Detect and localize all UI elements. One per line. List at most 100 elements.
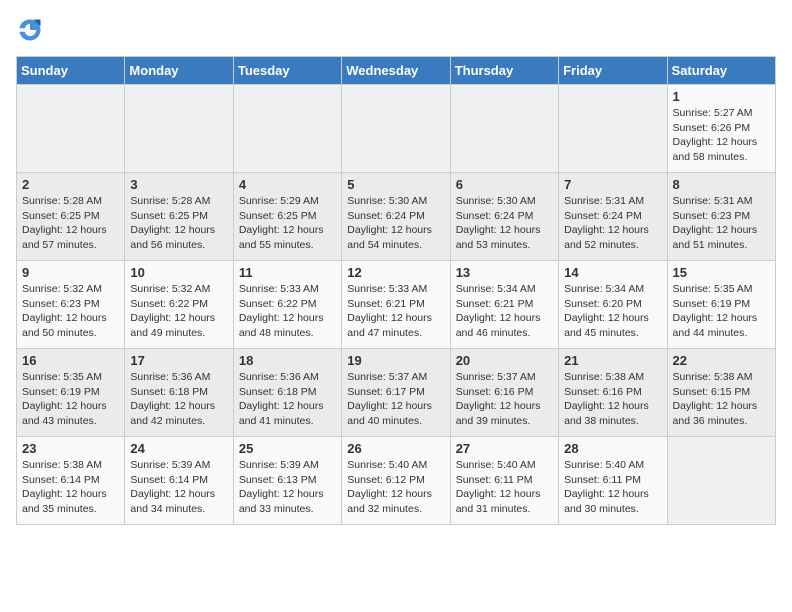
day-number: 17: [130, 353, 227, 368]
calendar-day-cell: 9Sunrise: 5:32 AM Sunset: 6:23 PM Daylig…: [17, 261, 125, 349]
day-info: Sunrise: 5:33 AM Sunset: 6:22 PM Dayligh…: [239, 282, 336, 341]
day-info: Sunrise: 5:39 AM Sunset: 6:13 PM Dayligh…: [239, 458, 336, 517]
calendar-day-cell: [125, 85, 233, 173]
day-info: Sunrise: 5:40 AM Sunset: 6:11 PM Dayligh…: [564, 458, 661, 517]
calendar-day-cell: 11 Sunrise: 5:33 AM Sunset: 6:22 PM Dayli…: [233, 261, 341, 349]
calendar-day-cell: 5 Sunrise: 5:30 AM Sunset: 6:24 PM Daylig…: [342, 173, 450, 261]
day-number: 15: [673, 265, 770, 280]
day-info: Sunrise: 5:35 AM Sunset: 6:19 PM Dayligh…: [22, 370, 119, 429]
day-number: 19: [347, 353, 444, 368]
calendar-table: SundayMondayTuesdayWednesdayThursdayFrid…: [16, 56, 776, 525]
day-info: Sunrise: 5:40 AM Sunset: 6:12 PM Dayligh…: [347, 458, 444, 517]
day-info: Sunrise: 5:33 AM Sunset: 6:21 PM Dayligh…: [347, 282, 444, 341]
day-of-week-header: Friday: [559, 57, 667, 85]
logo-icon: [16, 16, 44, 44]
calendar-day-cell: 19 Sunrise: 5:37 AM Sunset: 6:17 PM Dayli…: [342, 349, 450, 437]
calendar-day-cell: 8 Sunrise: 5:31 AM Sunset: 6:23 PM Daylig…: [667, 173, 775, 261]
day-number: 1: [673, 89, 770, 104]
day-info: Sunrise: 5:37 AM Sunset: 6:16 PM Dayligh…: [456, 370, 553, 429]
calendar-day-cell: 13 Sunrise: 5:34 AM Sunset: 6:21 PM Dayli…: [450, 261, 558, 349]
calendar-day-cell: 16 Sunrise: 5:35 AM Sunset: 6:19 PM Dayli…: [17, 349, 125, 437]
calendar-day-cell: 2 Sunrise: 5:28 AM Sunset: 6:25 PM Daylig…: [17, 173, 125, 261]
day-info: Sunrise: 5:34 AM Sunset: 6:21 PM Dayligh…: [456, 282, 553, 341]
day-number: 21: [564, 353, 661, 368]
calendar-day-cell: 17 Sunrise: 5:36 AM Sunset: 6:18 PM Dayli…: [125, 349, 233, 437]
day-number: 11: [239, 265, 336, 280]
day-info: Sunrise: 5:34 AM Sunset: 6:20 PM Dayligh…: [564, 282, 661, 341]
day-of-week-header: Tuesday: [233, 57, 341, 85]
day-info: Sunrise: 5:31 AM Sunset: 6:24 PM Dayligh…: [564, 194, 661, 253]
calendar-day-cell: [450, 85, 558, 173]
calendar-day-cell: 12 Sunrise: 5:33 AM Sunset: 6:21 PM Dayli…: [342, 261, 450, 349]
calendar-day-cell: 20 Sunrise: 5:37 AM Sunset: 6:16 PM Dayli…: [450, 349, 558, 437]
calendar-day-cell: [667, 437, 775, 525]
calendar-week-row: 23Sunrise: 5:38 AM Sunset: 6:14 PM Dayli…: [17, 437, 776, 525]
calendar-day-cell: 6Sunrise: 5:30 AM Sunset: 6:24 PM Daylig…: [450, 173, 558, 261]
day-number: 3: [130, 177, 227, 192]
day-info: Sunrise: 5:31 AM Sunset: 6:23 PM Dayligh…: [673, 194, 770, 253]
day-info: Sunrise: 5:28 AM Sunset: 6:25 PM Dayligh…: [22, 194, 119, 253]
day-of-week-header: Saturday: [667, 57, 775, 85]
day-number: 24: [130, 441, 227, 456]
day-number: 13: [456, 265, 553, 280]
day-of-week-header: Monday: [125, 57, 233, 85]
calendar-day-cell: [17, 85, 125, 173]
day-number: 10: [130, 265, 227, 280]
day-number: 5: [347, 177, 444, 192]
day-number: 16: [22, 353, 119, 368]
day-info: Sunrise: 5:30 AM Sunset: 6:24 PM Dayligh…: [347, 194, 444, 253]
day-info: Sunrise: 5:40 AM Sunset: 6:11 PM Dayligh…: [456, 458, 553, 517]
day-of-week-header: Wednesday: [342, 57, 450, 85]
calendar-day-cell: 24 Sunrise: 5:39 AM Sunset: 6:14 PM Dayli…: [125, 437, 233, 525]
calendar-week-row: 16 Sunrise: 5:35 AM Sunset: 6:19 PM Dayli…: [17, 349, 776, 437]
day-info: Sunrise: 5:36 AM Sunset: 6:18 PM Dayligh…: [130, 370, 227, 429]
calendar-day-cell: 18 Sunrise: 5:36 AM Sunset: 6:18 PM Dayli…: [233, 349, 341, 437]
calendar-header-row: SundayMondayTuesdayWednesdayThursdayFrid…: [17, 57, 776, 85]
day-info: Sunrise: 5:30 AM Sunset: 6:24 PM Dayligh…: [456, 194, 553, 253]
day-of-week-header: Thursday: [450, 57, 558, 85]
calendar-day-cell: [233, 85, 341, 173]
day-number: 8: [673, 177, 770, 192]
day-info: Sunrise: 5:38 AM Sunset: 6:15 PM Dayligh…: [673, 370, 770, 429]
calendar-day-cell: 3Sunrise: 5:28 AM Sunset: 6:25 PM Daylig…: [125, 173, 233, 261]
day-info: Sunrise: 5:35 AM Sunset: 6:19 PM Dayligh…: [673, 282, 770, 341]
calendar-day-cell: [342, 85, 450, 173]
day-number: 23: [22, 441, 119, 456]
day-number: 20: [456, 353, 553, 368]
day-number: 4: [239, 177, 336, 192]
day-info: Sunrise: 5:29 AM Sunset: 6:25 PM Dayligh…: [239, 194, 336, 253]
calendar-day-cell: [559, 85, 667, 173]
day-number: 7: [564, 177, 661, 192]
day-info: Sunrise: 5:27 AM Sunset: 6:26 PM Dayligh…: [673, 106, 770, 165]
day-info: Sunrise: 5:39 AM Sunset: 6:14 PM Dayligh…: [130, 458, 227, 517]
day-info: Sunrise: 5:38 AM Sunset: 6:16 PM Dayligh…: [564, 370, 661, 429]
day-number: 12: [347, 265, 444, 280]
page-header: [16, 16, 776, 44]
day-number: 2: [22, 177, 119, 192]
day-info: Sunrise: 5:32 AM Sunset: 6:23 PM Dayligh…: [22, 282, 119, 341]
day-number: 14: [564, 265, 661, 280]
calendar-day-cell: 7 Sunrise: 5:31 AM Sunset: 6:24 PM Daylig…: [559, 173, 667, 261]
calendar-day-cell: 10 Sunrise: 5:32 AM Sunset: 6:22 PM Dayli…: [125, 261, 233, 349]
day-info: Sunrise: 5:32 AM Sunset: 6:22 PM Dayligh…: [130, 282, 227, 341]
day-number: 27: [456, 441, 553, 456]
calendar-day-cell: 4 Sunrise: 5:29 AM Sunset: 6:25 PM Daylig…: [233, 173, 341, 261]
day-number: 22: [673, 353, 770, 368]
calendar-day-cell: 22 Sunrise: 5:38 AM Sunset: 6:15 PM Dayli…: [667, 349, 775, 437]
day-number: 18: [239, 353, 336, 368]
calendar-day-cell: 1 Sunrise: 5:27 AM Sunset: 6:26 PM Daylig…: [667, 85, 775, 173]
calendar-day-cell: 25Sunrise: 5:39 AM Sunset: 6:13 PM Dayli…: [233, 437, 341, 525]
calendar-day-cell: 14 Sunrise: 5:34 AM Sunset: 6:20 PM Dayli…: [559, 261, 667, 349]
calendar-week-row: 2 Sunrise: 5:28 AM Sunset: 6:25 PM Daylig…: [17, 173, 776, 261]
calendar-week-row: 9Sunrise: 5:32 AM Sunset: 6:23 PM Daylig…: [17, 261, 776, 349]
day-of-week-header: Sunday: [17, 57, 125, 85]
day-number: 26: [347, 441, 444, 456]
logo: [16, 16, 46, 44]
calendar-day-cell: 21 Sunrise: 5:38 AM Sunset: 6:16 PM Dayli…: [559, 349, 667, 437]
calendar-day-cell: 26 Sunrise: 5:40 AM Sunset: 6:12 PM Dayli…: [342, 437, 450, 525]
day-info: Sunrise: 5:36 AM Sunset: 6:18 PM Dayligh…: [239, 370, 336, 429]
calendar-day-cell: 27 Sunrise: 5:40 AM Sunset: 6:11 PM Dayli…: [450, 437, 558, 525]
calendar-week-row: 1 Sunrise: 5:27 AM Sunset: 6:26 PM Daylig…: [17, 85, 776, 173]
day-info: Sunrise: 5:37 AM Sunset: 6:17 PM Dayligh…: [347, 370, 444, 429]
day-number: 28: [564, 441, 661, 456]
